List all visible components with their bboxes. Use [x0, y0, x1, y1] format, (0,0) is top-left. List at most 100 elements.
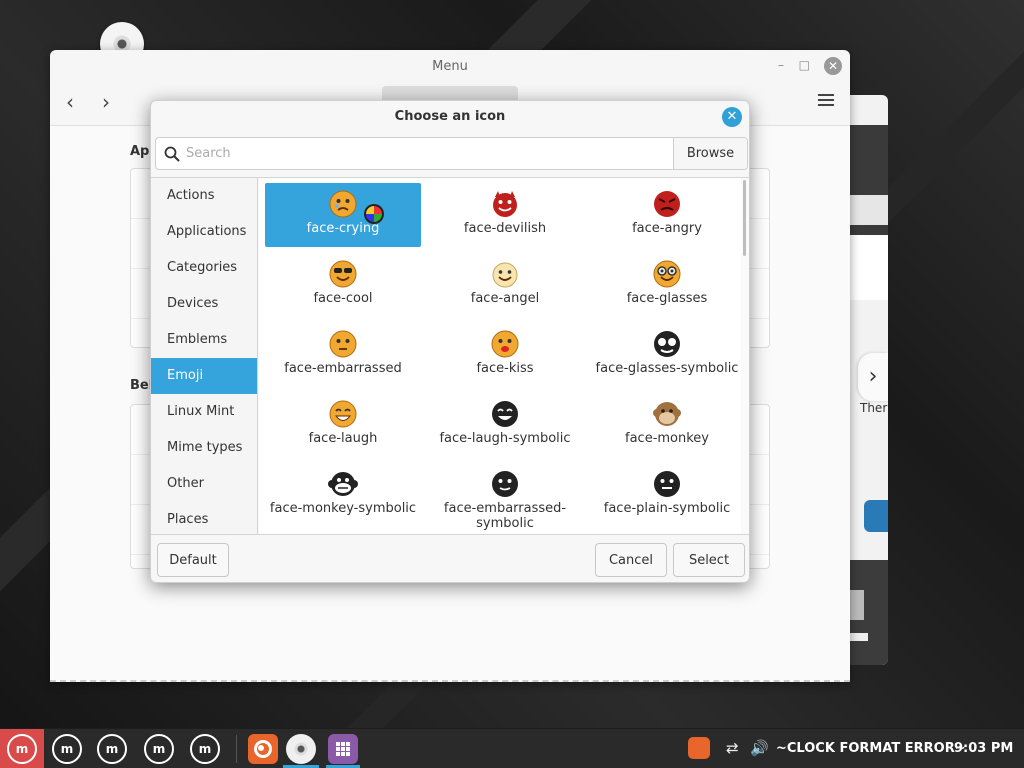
app-grid-icon[interactable]	[328, 734, 358, 764]
face-crying-icon	[329, 190, 357, 218]
icon-label: face-embarrassed	[284, 361, 402, 376]
icon-grid: face-crying face-devilish face-angry face-c…	[259, 178, 741, 534]
icon-label: face-laugh-symbolic	[439, 431, 571, 446]
scrollbar-thumb[interactable]	[743, 180, 746, 256]
category-list: Actions Applications Categories Devices Embl…	[151, 178, 258, 534]
face-embarrassed-icon	[329, 330, 357, 358]
maximize-button[interactable]: □	[799, 58, 810, 72]
face-monkey-icon	[653, 402, 681, 426]
divider	[50, 680, 850, 682]
icon-item[interactable]: face-kiss	[427, 323, 583, 387]
face-glasses-icon	[653, 260, 681, 288]
firefox-glyph-icon	[254, 740, 272, 758]
start-menu-button[interactable]: m	[0, 729, 44, 768]
face-plain-symbolic-icon	[654, 471, 680, 497]
face-laugh-icon	[329, 400, 357, 428]
app-tile-icon[interactable]	[864, 500, 888, 532]
icon-label: face-kiss	[476, 361, 534, 376]
category-item[interactable]: Actions	[151, 178, 257, 214]
face-embarrassed-symbolic-icon	[492, 471, 518, 497]
grid-glyph-icon	[336, 742, 350, 756]
hamburger-menu-icon[interactable]	[818, 94, 834, 109]
icon-item[interactable]: face-plain-symbolic	[589, 463, 741, 527]
mint-logo-icon[interactable]: m	[144, 734, 174, 764]
icon-item[interactable]: face-angel	[427, 253, 583, 317]
icon-label: face-laugh	[308, 431, 378, 446]
search-row: Browse	[155, 137, 748, 170]
icon-item[interactable]: face-laugh-symbolic	[427, 393, 583, 457]
icon-item[interactable]: face-laugh	[265, 393, 421, 457]
icon-item[interactable]: face-monkey-symbolic	[265, 463, 421, 527]
icon-label: face-monkey-symbolic	[269, 501, 417, 516]
chevron-right-icon[interactable]: ›	[858, 353, 888, 401]
icon-label: face-monkey	[625, 431, 709, 446]
search-field[interactable]	[156, 138, 673, 169]
mint-logo-icon[interactable]: m	[52, 734, 82, 764]
icon-browser: Actions Applications Categories Devices Embl…	[151, 177, 749, 535]
close-window-button[interactable]: ✕	[824, 57, 842, 75]
face-monkey-symbolic-icon	[328, 472, 358, 496]
category-item[interactable]: Applications	[151, 214, 257, 250]
volume-icon[interactable]: 🔊	[750, 739, 769, 757]
icon-item[interactable]: face-angry	[589, 183, 741, 247]
icon-label: face-embarrassed-	[443, 501, 567, 516]
color-wheel-icon	[364, 204, 384, 224]
icon-item[interactable]: face-monkey	[589, 393, 741, 457]
choose-icon-dialog: Choose an icon ✕ Browse ActionsApplicati…	[150, 100, 750, 583]
default-button[interactable]: Default	[157, 543, 229, 577]
taskbar: m m m m m ⇄ 🔊 ~CLOCK FORMAT ERROR~ 9:03 …	[0, 728, 1024, 768]
icon-item[interactable]: face-cool	[265, 253, 421, 317]
category-item[interactable]: Emoji	[151, 358, 257, 394]
face-devilish-icon	[493, 191, 517, 217]
icon-item[interactable]: face-embarrassed-symbolic	[427, 463, 583, 531]
minimize-button[interactable]: –	[778, 58, 784, 72]
select-button[interactable]: Select	[673, 543, 745, 577]
category-item[interactable]: Emblems	[151, 322, 257, 358]
category-item[interactable]: Places	[151, 502, 257, 538]
icon-label: face-plain-symbolic	[603, 501, 731, 516]
category-item[interactable]: Devices	[151, 286, 257, 322]
icon-label: symbolic	[476, 516, 534, 531]
category-item[interactable]: Mime types	[151, 430, 257, 466]
clock-error-label[interactable]: ~CLOCK FORMAT ERROR~	[776, 729, 966, 768]
category-item[interactable]: Other	[151, 466, 257, 502]
face-cool-icon	[329, 260, 357, 288]
icon-label: face-angel	[470, 291, 540, 306]
category-item[interactable]: Linux Mint	[151, 394, 257, 430]
mint-logo-icon[interactable]: m	[190, 734, 220, 764]
disc-icon[interactable]	[286, 734, 316, 764]
mint-logo-icon[interactable]: m	[97, 734, 127, 764]
icon-item[interactable]: face-devilish	[427, 183, 583, 247]
dialog-title: Choose an icon	[394, 109, 506, 124]
search-input[interactable]	[186, 146, 673, 161]
close-icon[interactable]: ✕	[722, 107, 742, 127]
cancel-button[interactable]: Cancel	[595, 543, 667, 577]
category-item[interactable]: Categories	[151, 250, 257, 286]
icon-item[interactable]: face-embarrassed	[265, 323, 421, 387]
icon-item[interactable]: face-crying	[265, 183, 421, 247]
browse-button[interactable]: Browse	[673, 138, 747, 169]
update-manager-icon[interactable]	[688, 737, 710, 759]
icon-label: face-cool	[313, 291, 373, 306]
icon-item[interactable]: face-glasses-symbolic	[589, 323, 741, 387]
scrollbar[interactable]	[741, 178, 749, 534]
face-laugh-symbolic-icon	[492, 401, 518, 427]
icon-label: face-crying	[306, 221, 380, 236]
firefox-icon[interactable]	[248, 734, 278, 764]
icon-label: face-glasses-symbolic	[595, 361, 739, 376]
clock-time[interactable]: 9:03 PM	[954, 729, 1013, 768]
window-title: Menu	[432, 59, 468, 74]
icon-item[interactable]: face-glasses	[589, 253, 741, 317]
mint-logo-icon: m	[7, 734, 37, 764]
icon-label: face-glasses	[626, 291, 708, 306]
taskbar-separator	[236, 735, 237, 763]
icon-label: face-angry	[632, 221, 702, 236]
bg-window-bar	[850, 633, 868, 641]
forward-button[interactable]: ›	[102, 90, 110, 114]
back-button[interactable]: ‹	[66, 90, 74, 114]
network-icon[interactable]: ⇄	[726, 739, 739, 757]
face-kiss-icon	[491, 330, 519, 358]
icon-label: face-devilish	[463, 221, 547, 236]
bg-window-widget	[850, 590, 864, 620]
face-angry-icon	[654, 191, 680, 217]
